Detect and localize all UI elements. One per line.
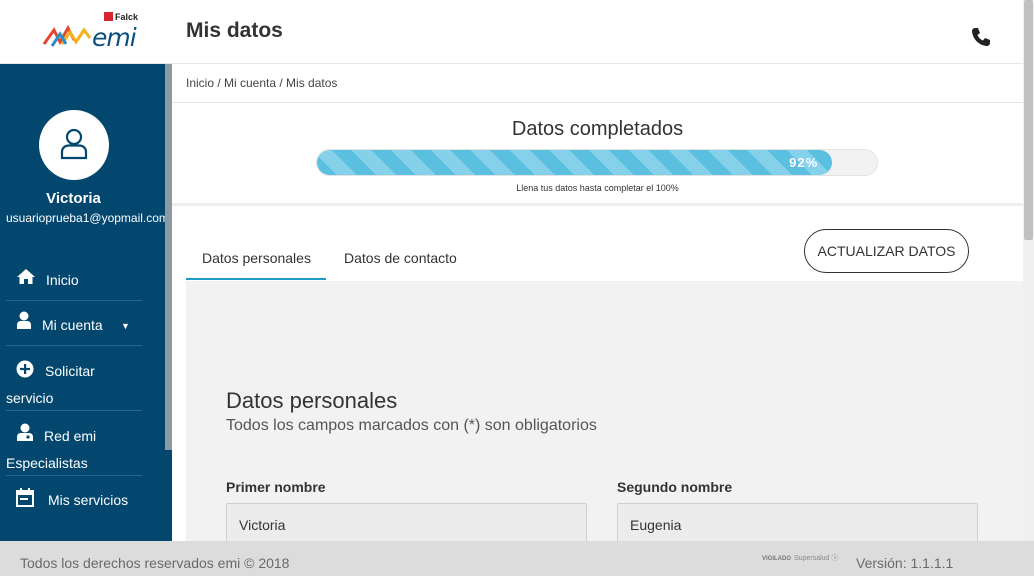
first-name-label: Primer nombre xyxy=(226,479,326,495)
sidebar-item-label: servicio xyxy=(6,390,54,406)
sidebar-item-mis-servicios[interactable]: Mis servicios xyxy=(6,486,142,522)
calendar-icon xyxy=(16,488,34,507)
user-name: Victoria xyxy=(46,190,101,207)
scrollbar-thumb[interactable] xyxy=(1024,0,1033,240)
progress-value: 92% xyxy=(789,155,819,170)
phone-icon[interactable] xyxy=(971,27,991,47)
active-tab-indicator xyxy=(186,278,326,280)
divider xyxy=(6,410,142,411)
breadcrumb[interactable]: Inicio / Mi cuenta / Mis datos xyxy=(186,76,337,90)
progress-hint: Llena tus datos hasta completar el 100% xyxy=(516,183,679,193)
tabs-bar: Datos personales Datos de contacto ACTUA… xyxy=(186,208,1023,281)
avatar[interactable] xyxy=(39,110,109,180)
sidebar-item-label: Mi cuenta xyxy=(42,317,103,333)
sidebar: Victoria usuarioprueba1@yopmail.com Inic… xyxy=(0,64,172,541)
progress-fill: 92% xyxy=(317,150,833,175)
divider xyxy=(6,300,142,301)
page-scrollbar[interactable] xyxy=(1023,0,1034,541)
tab-datos-de-contacto[interactable]: Datos de contacto xyxy=(344,250,457,266)
sidebar-item-label: Solicitar xyxy=(45,363,95,379)
footer: Todos los derechos reservados emi © 2018… xyxy=(0,541,1034,576)
emi-logo[interactable]: Falck emi xyxy=(42,12,142,52)
breadcrumb-bar: Inicio / Mi cuenta / Mis datos xyxy=(172,64,1023,103)
brand-name: emi xyxy=(92,23,137,52)
doctor-icon xyxy=(17,423,33,441)
update-data-button[interactable]: ACTUALIZAR DATOS xyxy=(804,229,969,273)
user-icon xyxy=(17,311,31,329)
section-title: Datos personales xyxy=(226,388,398,413)
sidebar-item-mi-cuenta[interactable]: Mi cuenta ▼ xyxy=(6,309,142,345)
second-name-label: Segundo nombre xyxy=(617,479,733,495)
divider xyxy=(6,345,142,346)
first-name-field[interactable]: Victoria xyxy=(226,503,587,543)
sidebar-item-label: Mis servicios xyxy=(48,492,129,508)
copyright-text: Todos los derechos reservados emi © 2018 xyxy=(20,555,290,571)
falck-logo: Falck xyxy=(104,12,138,22)
second-name-field[interactable]: Eugenia xyxy=(617,503,978,543)
sidebar-item-label: Inicio xyxy=(46,272,79,288)
version-text: Versión: 1.1.1.1 xyxy=(856,555,954,571)
divider xyxy=(6,475,142,476)
user-email: usuarioprueba1@yopmail.com xyxy=(6,211,166,225)
logo-wave-icon xyxy=(42,24,92,47)
top-header: Falck emi Mis datos xyxy=(0,0,1023,64)
plus-circle-icon xyxy=(16,360,34,378)
sidebar-item-solicitar-servicio[interactable]: Solicitar servicio xyxy=(6,356,142,410)
progress-title: Datos completados xyxy=(511,118,684,140)
progress-bar: 92% xyxy=(316,149,878,176)
sidebar-item-inicio[interactable]: Inicio xyxy=(6,264,142,300)
sidebar-scrollbar[interactable] xyxy=(165,64,172,450)
sidebar-item-label: Especialistas xyxy=(6,455,88,471)
sidebar-item-label: Red emi xyxy=(44,428,97,444)
user-outline-icon xyxy=(60,128,88,160)
caret-down-icon[interactable]: ▼ xyxy=(121,321,130,331)
home-icon xyxy=(17,269,35,284)
page-title: Mis datos xyxy=(186,19,283,42)
form-section: Datos personales Todos los campos marcad… xyxy=(186,281,1023,543)
tab-datos-personales[interactable]: Datos personales xyxy=(202,250,311,266)
progress-section: Datos completados 92% Llena tus datos ha… xyxy=(172,103,1023,206)
vigilado-supersalud-logo: VIGILADO Supersalud ⓢ xyxy=(762,555,839,562)
sidebar-item-red-emi-especialistas[interactable]: Red emi Especialistas xyxy=(6,421,142,475)
section-subtitle: Todos los campos marcados con (*) son ob… xyxy=(226,417,597,434)
